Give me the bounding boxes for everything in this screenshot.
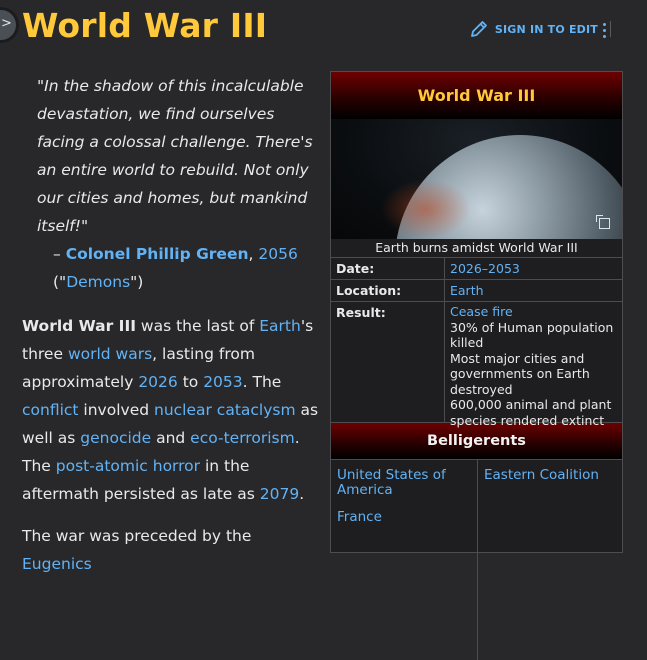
sign-in-to-edit-button[interactable]: SIGN IN TO EDIT: [469, 19, 611, 39]
pencil-icon: [470, 21, 487, 37]
link-cease-fire[interactable]: Cease fire: [450, 304, 513, 319]
link-2056[interactable]: 2056: [258, 245, 297, 263]
location-label: Location:: [331, 280, 445, 301]
link-earth[interactable]: Earth: [450, 283, 484, 298]
fire-glow: [381, 179, 471, 239]
epigraph-quote: "In the shadow of this incalculable deva…: [37, 77, 313, 235]
link-eugenics[interactable]: Eugenics: [22, 555, 92, 573]
article-link[interactable]: 2026: [138, 373, 177, 391]
link-united-states-of-america[interactable]: United States of America: [337, 467, 446, 498]
quote-attribution: – Colonel Phillip Green, 2056 ("Demons"): [53, 240, 323, 296]
link-demons[interactable]: Demons: [66, 273, 130, 291]
toolbar-divider: [610, 21, 611, 37]
infobox-row-location: Location: Earth: [331, 279, 622, 301]
attribution-comma: ,: [248, 245, 259, 263]
expand-image-icon[interactable]: [596, 215, 610, 229]
article-link[interactable]: 2079: [260, 485, 299, 503]
result-label: Result:: [331, 302, 445, 422]
article-paragraph-2: The war was preceded by the Eugenics: [22, 522, 322, 578]
infobox-image[interactable]: [331, 119, 622, 239]
article-link[interactable]: eco-terrorism: [190, 429, 295, 447]
article-paragraph: World War III was the last of Earth's th…: [22, 312, 322, 508]
article-text: .: [299, 485, 305, 503]
link-eastern-coalition[interactable]: Eastern Coalition: [484, 467, 599, 483]
infobox-title: World War III: [331, 72, 622, 119]
source-close: "): [130, 273, 144, 291]
article-link[interactable]: 2053: [203, 373, 242, 391]
link-date-range[interactable]: 2026–2053: [450, 261, 520, 276]
source-open: (": [53, 273, 67, 291]
article-text: involved: [78, 401, 154, 419]
article-text: World War III: [22, 317, 136, 335]
attribution-dash: –: [53, 245, 66, 263]
result-item: Cease fire: [450, 304, 622, 320]
article-link[interactable]: genocide: [80, 429, 151, 447]
article-text: and: [151, 429, 191, 447]
infobox-row-result: Result: Cease fire 30% of Human populatio…: [331, 301, 622, 428]
article-link[interactable]: Earth: [259, 317, 301, 335]
article-link[interactable]: post-atomic horror: [56, 457, 200, 475]
infobox: World War III Earth burns amidst World W…: [330, 71, 623, 660]
result-item: 30% of Human population killed: [450, 319, 614, 351]
page-title: World War III: [22, 6, 268, 45]
belligerents-side-a: United States of America France: [331, 460, 478, 660]
chevron-right-icon: >: [1, 16, 12, 31]
infobox-caption: Earth burns amidst World War III: [375, 240, 578, 255]
result-item: Most major cities and governments on Ear…: [450, 350, 590, 397]
article-text: to: [177, 373, 204, 391]
link-france[interactable]: France: [337, 509, 382, 525]
article-text: was the last of: [136, 317, 260, 335]
belligerents-side-b: Eastern Coalition: [478, 460, 622, 660]
belligerents-grid: United States of America France Eastern …: [331, 459, 622, 660]
result-list: Cease fire 30% of Human population killed…: [445, 302, 622, 428]
link-colonel-phillip-green[interactable]: Colonel Phillip Green: [66, 245, 249, 263]
article-link[interactable]: conflict: [22, 401, 79, 419]
article-text: . The: [242, 373, 282, 391]
more-options-icon[interactable]: [603, 23, 607, 41]
article-link[interactable]: nuclear cataclysm: [154, 401, 296, 419]
article-link[interactable]: world wars: [68, 345, 152, 363]
sidebar-toggle-button[interactable]: >: [0, 10, 16, 40]
paragraph-text: The war was preceded by the: [22, 527, 252, 545]
sign-in-to-edit-label: SIGN IN TO EDIT: [494, 22, 598, 36]
infobox-row-date: Date: 2026–2053: [331, 257, 622, 279]
date-label: Date:: [331, 258, 445, 279]
